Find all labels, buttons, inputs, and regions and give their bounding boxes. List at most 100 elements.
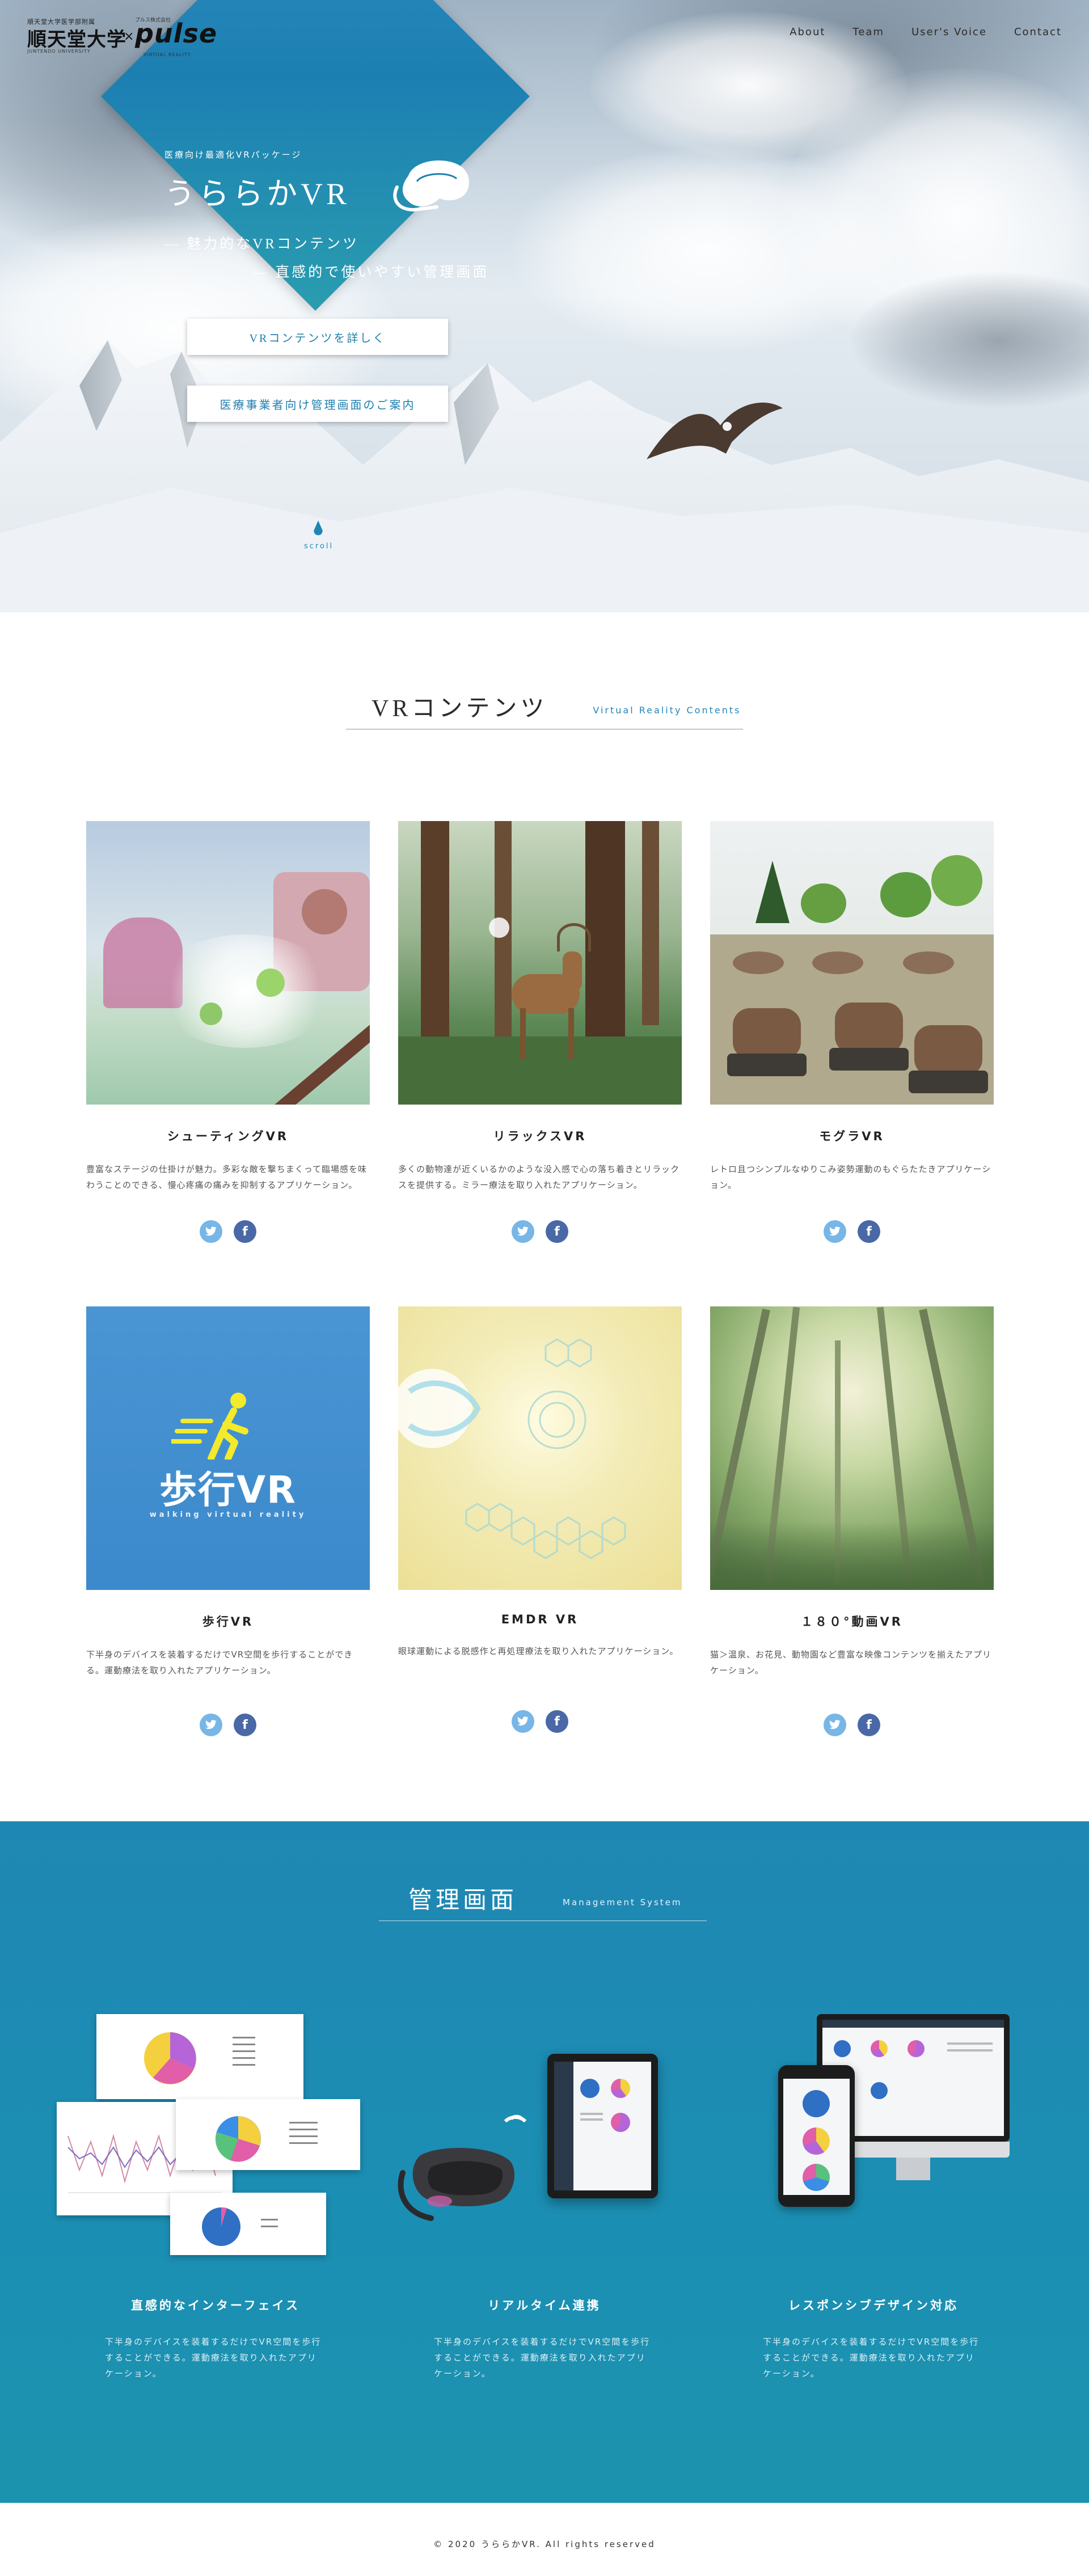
facebook-share-button[interactable]: f <box>546 1710 568 1733</box>
content-card-mole: モグラVR レトロ且つシンプルなゆりこみ姿勢運動のもぐらたたきアプリケーション。… <box>710 821 994 1243</box>
facebook-share-button[interactable]: f <box>234 1220 256 1243</box>
management-heading-jp: 管理画面 <box>408 1888 518 1914</box>
facebook-share-button[interactable]: f <box>858 1220 880 1243</box>
card-image-relax[interactable] <box>398 821 682 1105</box>
logo-small-bottom: JUNTENDO UNIVERSITY <box>27 49 91 54</box>
snowy-mountains-illustration <box>0 340 1089 612</box>
twitter-share-button[interactable] <box>824 1220 846 1243</box>
twitter-icon <box>205 1720 217 1729</box>
feature-title: レスポンシブデザイン対応 <box>788 2299 959 2312</box>
management-heading: 管理画面 Management System <box>408 1881 682 1915</box>
logo-cross: × <box>124 29 134 44</box>
share-buttons: f <box>86 1714 370 1736</box>
twitter-icon <box>517 1716 529 1726</box>
feature-title: 直感的なインターフェイス <box>130 2299 301 2312</box>
twitter-share-button[interactable] <box>512 1220 534 1243</box>
hero-tagline-1: ― 魅力的なVRコンテンツ <box>164 236 359 252</box>
twitter-share-button[interactable] <box>200 1220 222 1243</box>
card-title: EMDR VR <box>501 1613 579 1626</box>
card-image-mole[interactable] <box>710 821 994 1105</box>
share-buttons: f <box>398 1710 682 1733</box>
share-buttons: f <box>86 1220 370 1243</box>
facebook-icon: f <box>554 1714 560 1729</box>
responsive-devices-illustration <box>715 2014 1032 2275</box>
smartphone-screen <box>783 2079 850 2195</box>
twitter-icon <box>829 1720 841 1729</box>
nav-contact[interactable]: Contact <box>1014 26 1062 38</box>
facebook-icon: f <box>554 1224 560 1239</box>
facebook-icon: f <box>866 1718 872 1732</box>
feature-description: 下半身のデバイスを装着するだけでVR空間を歩行することができる。運動療法を取り入… <box>105 2337 322 2379</box>
facebook-icon: f <box>242 1718 248 1732</box>
logo[interactable]: 順天堂大学医学部附属 順天堂大学 JUNTENDO UNIVERSITY × プ… <box>27 16 217 57</box>
twitter-icon <box>517 1226 529 1236</box>
card-description: 眼球運動による脱感作と再処理療法を取り入れたアプリケーション。 <box>398 1646 679 1656</box>
card-title: 歩行VR <box>202 1615 254 1628</box>
feature-description: 下半身のデバイスを装着するだけでVR空間を歩行することができる。運動療法を取り入… <box>434 2337 651 2379</box>
walking-logo-subtext: walking virtual reality <box>149 1511 307 1519</box>
feature-responsive: レスポンシブデザイン対応 下半身のデバイスを装着するだけでVR空間を歩行すること… <box>715 2014 1032 2382</box>
copyright-text: © 2020 うららかVR. All rights reserved <box>433 2539 656 2549</box>
share-buttons: f <box>398 1220 682 1243</box>
nav-team[interactable]: Team <box>852 26 884 38</box>
smartphone-device <box>778 2065 855 2207</box>
card-description: 猫＞温泉、お花見、動物園など豊富な映像コンテンツを揃えたアプリケーション。 <box>710 1649 992 1676</box>
facebook-icon: f <box>866 1224 872 1239</box>
vr-contents-button[interactable]: VRコンテンツを詳しく <box>187 319 448 355</box>
feature-interface: 直感的なインターフェイス 下半身のデバイスを装着するだけでVR空間を歩行すること… <box>57 2014 374 2382</box>
contents-heading-jp: VRコンテンツ <box>372 696 548 722</box>
emdr-pattern-graphic <box>398 1338 626 1559</box>
pie-chart-graphic <box>215 2116 318 2162</box>
twitter-icon <box>829 1226 841 1236</box>
wifi-icon <box>504 2114 527 2123</box>
share-buttons: f <box>710 1220 994 1243</box>
facebook-share-button[interactable]: f <box>234 1714 256 1736</box>
card-image-shooting[interactable] <box>86 821 370 1105</box>
logo-brand: pulse <box>135 18 218 49</box>
nav-about[interactable]: About <box>790 26 825 38</box>
feature-realtime: リアルタイム連携 下半身のデバイスを装着するだけでVR空間を歩行することができる… <box>386 2014 703 2382</box>
contents-heading: VRコンテンツ Virtual Reality Contents <box>372 689 741 724</box>
card-description: レトロ且つシンプルなゆりこみ姿勢運動のもぐらたたきアプリケーション。 <box>710 1164 991 1190</box>
management-section: 管理画面 Management System 直感的なインターフェイス 下半身の… <box>0 1821 1089 2503</box>
scroll-indicator[interactable]: scroll <box>304 521 332 551</box>
feature-title: リアルタイム連携 <box>488 2299 601 2312</box>
card-image-emdr[interactable] <box>398 1306 682 1590</box>
facebook-share-button[interactable]: f <box>546 1220 568 1243</box>
footer: © 2020 うららかVR. All rights reserved <box>0 2503 1089 2576</box>
content-card-walking: 歩行VR walking virtual reality 歩行VR 下半身のデバ… <box>86 1306 370 1736</box>
headset-and-tablet-illustration <box>386 2014 703 2275</box>
nav-users-voice[interactable]: User's Voice <box>911 26 987 38</box>
vr-headset-icon <box>393 160 469 212</box>
contents-heading-en: Virtual Reality Contents <box>593 705 741 716</box>
logo-university: 順天堂大学 <box>27 28 126 51</box>
management-heading-en: Management System <box>563 1897 682 1907</box>
management-guide-button[interactable]: 医療事業者向け管理画面のご案内 <box>187 386 448 422</box>
dashboard-panel <box>170 2193 326 2255</box>
monitor-stand <box>896 2158 930 2180</box>
hero-tagline-2: ― 直感的で使いやすい管理画面 <box>253 265 489 280</box>
logo-brand-tag: VIRTUAL REALITY <box>143 52 191 57</box>
content-card-relax: リラックスVR 多くの動物達が近くいるかのような没入感で心の落ち着きとリラックス… <box>398 821 682 1243</box>
card-image-walking[interactable]: 歩行VR walking virtual reality <box>86 1306 370 1590</box>
hero-section: 順天堂大学医学部附属 順天堂大学 JUNTENDO UNIVERSITY × プ… <box>0 0 1089 612</box>
twitter-share-button[interactable] <box>824 1714 846 1736</box>
content-card-180-video: １８０°動画VR 猫＞温泉、お花見、動物園など豊富な映像コンテンツを揃えたアプリ… <box>710 1306 994 1736</box>
twitter-icon <box>205 1226 217 1236</box>
scroll-label: scroll <box>304 542 334 551</box>
twitter-share-button[interactable] <box>200 1714 222 1736</box>
card-description: 下半身のデバイスを装着するだけでVR空間を歩行することができる。運動療法を取り入… <box>86 1649 353 1676</box>
pie-chart-graphic <box>144 2032 255 2084</box>
feature-description: 下半身のデバイスを装着するだけでVR空間を歩行することができる。運動療法を取り入… <box>763 2337 980 2379</box>
facebook-share-button[interactable]: f <box>858 1714 880 1736</box>
twitter-share-button[interactable] <box>512 1710 534 1733</box>
card-title: リラックスVR <box>493 1130 587 1143</box>
card-image-180-video[interactable] <box>710 1306 994 1590</box>
card-description: 豊富なステージの仕掛けが魅力。多彩な敵を撃ちまくって臨場感を味わうことのできる、… <box>86 1164 367 1190</box>
pie-chart-graphic <box>202 2207 278 2246</box>
card-title: １８０°動画VR <box>801 1615 903 1628</box>
walking-logo-text: 歩行VR <box>159 1468 297 1512</box>
tablet-device <box>547 2054 658 2198</box>
card-title: シューティングVR <box>167 1130 289 1143</box>
vr-headset-icon <box>398 2148 515 2221</box>
